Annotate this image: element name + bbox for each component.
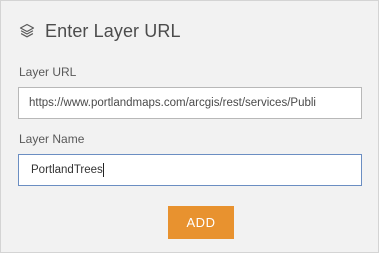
panel-title: Enter Layer URL — [45, 20, 181, 41]
enter-layer-url-panel: Enter Layer URL Layer URL https://www.po… — [0, 0, 379, 253]
layer-name-input[interactable]: PortlandTrees — [18, 154, 362, 186]
layer-url-value: https://www.portlandmaps.com/arcgis/rest… — [29, 97, 316, 109]
layer-name-label: Layer Name — [19, 132, 85, 146]
panel-header: Enter Layer URL — [18, 18, 181, 44]
text-caret — [102, 163, 104, 177]
layer-url-input[interactable]: https://www.portlandmaps.com/arcgis/rest… — [18, 87, 362, 119]
layer-url-label: Layer URL — [19, 65, 77, 79]
layers-icon — [18, 22, 36, 40]
layer-name-value: PortlandTrees — [31, 164, 103, 176]
add-button[interactable]: ADD — [168, 206, 234, 239]
